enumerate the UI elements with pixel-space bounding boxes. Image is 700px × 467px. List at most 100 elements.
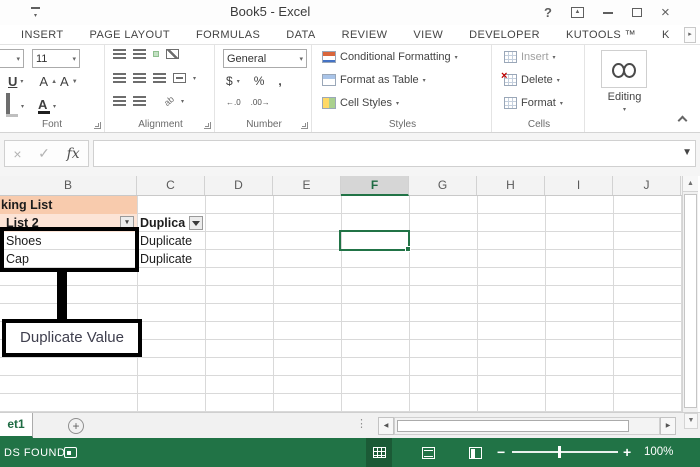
enter-icon[interactable]: ✓ <box>38 145 50 162</box>
page-break-view-button[interactable] <box>462 438 488 467</box>
expand-formula-bar-icon[interactable]: ▼ <box>682 147 692 158</box>
align-middle-button[interactable] <box>133 49 146 59</box>
comma-format-button[interactable]: , <box>278 74 281 88</box>
format-cells-icon <box>504 97 517 109</box>
new-sheet-button[interactable]: + <box>68 418 84 434</box>
align-left-button[interactable] <box>113 73 126 83</box>
tab-view[interactable]: VIEW <box>413 29 443 41</box>
tab-page-layout[interactable]: PAGE LAYOUT <box>90 29 170 41</box>
cell-b1[interactable]: king List <box>0 196 137 214</box>
tab-insert[interactable]: INSERT <box>21 29 64 41</box>
zoom-slider-track[interactable] <box>512 451 618 453</box>
decrease-indent-button[interactable] <box>113 96 126 106</box>
percent-format-button[interactable]: % <box>254 74 265 88</box>
align-right-button[interactable] <box>153 73 166 83</box>
font-color-button[interactable]: A <box>38 98 51 114</box>
format-as-table-button[interactable]: Format as Table ▾ <box>322 74 426 86</box>
align-center-button[interactable] <box>133 73 146 83</box>
column-header-g[interactable]: G <box>409 176 477 195</box>
scroll-down-button[interactable]: ▼ <box>684 413 698 429</box>
column-header-i[interactable]: I <box>545 176 613 195</box>
excel-window: ▾ Book5 - Excel ? ▲ × INSERT PAGE LAYOUT… <box>0 0 700 467</box>
insert-function-icon[interactable]: fx <box>67 146 80 162</box>
increase-font-size-button[interactable]: A <box>39 74 48 89</box>
column-header-e[interactable]: E <box>273 176 341 195</box>
zoom-slider-thumb[interactable] <box>558 446 561 458</box>
quick-access-toolbar-icon[interactable]: ▾ <box>30 7 41 19</box>
find-select-button[interactable] <box>601 50 647 88</box>
column-header-h[interactable]: H <box>477 176 545 195</box>
sheet-tab-bar: et1 + ⋮ ◀ ▶ ▼ <box>0 412 700 438</box>
cancel-icon[interactable]: × <box>13 146 21 162</box>
number-format-dropdown[interactable]: General ▾ <box>223 49 307 68</box>
tab-partial[interactable]: K <box>662 29 670 41</box>
scroll-left-button[interactable]: ◀ <box>378 417 394 435</box>
maximize-button[interactable] <box>631 8 642 17</box>
decrease-decimal-button[interactable]: .00→ <box>251 98 270 107</box>
tab-developer[interactable]: DEVELOPER <box>469 29 540 41</box>
orientation-button[interactable] <box>166 49 179 59</box>
column-header-f[interactable]: F <box>341 176 409 196</box>
vertical-scrollbar[interactable]: ▲ <box>682 176 698 412</box>
alignment-group-label: Alignment <box>138 119 183 130</box>
editing-label[interactable]: Editing <box>587 91 662 103</box>
tab-kutools[interactable]: KUTOOLS ™ <box>566 29 636 41</box>
help-button[interactable]: ? <box>544 5 552 20</box>
text-rotation-button[interactable]: ab <box>162 94 176 108</box>
scroll-right-button[interactable]: ▶ <box>660 417 676 435</box>
minimize-button[interactable] <box>602 11 613 14</box>
tab-scroll-right-button[interactable]: ▸ <box>684 27 696 43</box>
font-size-dropdown[interactable]: 11 ▾ <box>32 49 80 68</box>
collapse-ribbon-button[interactable] <box>677 115 688 126</box>
filter-applied-button[interactable] <box>189 216 203 230</box>
align-bottom-button[interactable] <box>153 51 159 57</box>
zoom-in-button[interactable]: + <box>623 444 631 460</box>
increase-indent-button[interactable] <box>133 96 146 106</box>
vertical-scroll-thumb[interactable] <box>684 194 697 408</box>
delete-cells-button[interactable]: Delete ▾ <box>501 70 560 86</box>
align-top-button[interactable] <box>113 49 126 59</box>
increase-decimal-button[interactable]: ←.0 <box>226 98 241 107</box>
merge-center-button[interactable] <box>173 73 186 83</box>
conditional-formatting-button[interactable]: Conditional Formatting ▾ <box>322 51 458 63</box>
column-header-c[interactable]: C <box>137 176 205 195</box>
cell-styles-button[interactable]: Cell Styles ▾ <box>322 97 399 109</box>
chevron-down-icon: ▾ <box>395 100 399 107</box>
sheet-tab-active[interactable]: et1 <box>0 413 33 438</box>
alignment-dialog-launcher-icon[interactable] <box>204 122 211 129</box>
selected-cell-f3[interactable] <box>339 230 411 252</box>
column-header-b[interactable]: B <box>0 176 137 195</box>
font-name-dropdown[interactable]: ▾ <box>0 49 24 68</box>
normal-view-button[interactable] <box>366 438 392 467</box>
column-header-d[interactable]: D <box>205 176 273 195</box>
column-header-j[interactable]: J <box>613 176 681 195</box>
formula-input[interactable] <box>93 140 696 167</box>
zoom-level[interactable]: 100% <box>644 446 673 458</box>
horizontal-scrollbar[interactable] <box>394 417 660 435</box>
horizontal-scroll-thumb[interactable] <box>397 420 629 432</box>
macro-record-icon[interactable] <box>64 447 77 458</box>
ribbon-display-options-button[interactable]: ▲ <box>570 7 584 18</box>
font-dialog-launcher-icon[interactable] <box>94 122 101 129</box>
cell-c4[interactable]: Duplicate <box>137 250 205 268</box>
tab-formulas[interactable]: FORMULAS <box>196 29 260 41</box>
cell-c2[interactable]: Duplica <box>137 214 205 232</box>
number-dialog-launcher-icon[interactable] <box>301 122 308 129</box>
zoom-out-button[interactable]: − <box>497 444 505 460</box>
decrease-font-size-button[interactable]: A <box>60 74 69 89</box>
cell-c3[interactable]: Duplicate <box>137 232 205 250</box>
scroll-up-button[interactable]: ▲ <box>683 176 698 192</box>
fill-handle[interactable] <box>405 246 411 252</box>
format-cells-button[interactable]: Format ▾ <box>504 97 563 109</box>
currency-format-button[interactable]: $ <box>226 74 233 88</box>
fill-color-button[interactable] <box>6 93 18 117</box>
chevron-down-icon: ▾ <box>422 77 426 84</box>
resize-dots-icon[interactable]: ⋮ <box>356 417 367 430</box>
tab-data[interactable]: DATA <box>286 29 315 41</box>
underline-button[interactable]: U <box>8 74 17 89</box>
annotation-label: Duplicate Value <box>2 319 142 357</box>
page-layout-view-button[interactable] <box>415 438 441 467</box>
insert-cells-button[interactable]: Insert ▾ <box>504 51 556 63</box>
tab-review[interactable]: REVIEW <box>342 29 388 41</box>
close-button[interactable]: × <box>661 5 670 20</box>
